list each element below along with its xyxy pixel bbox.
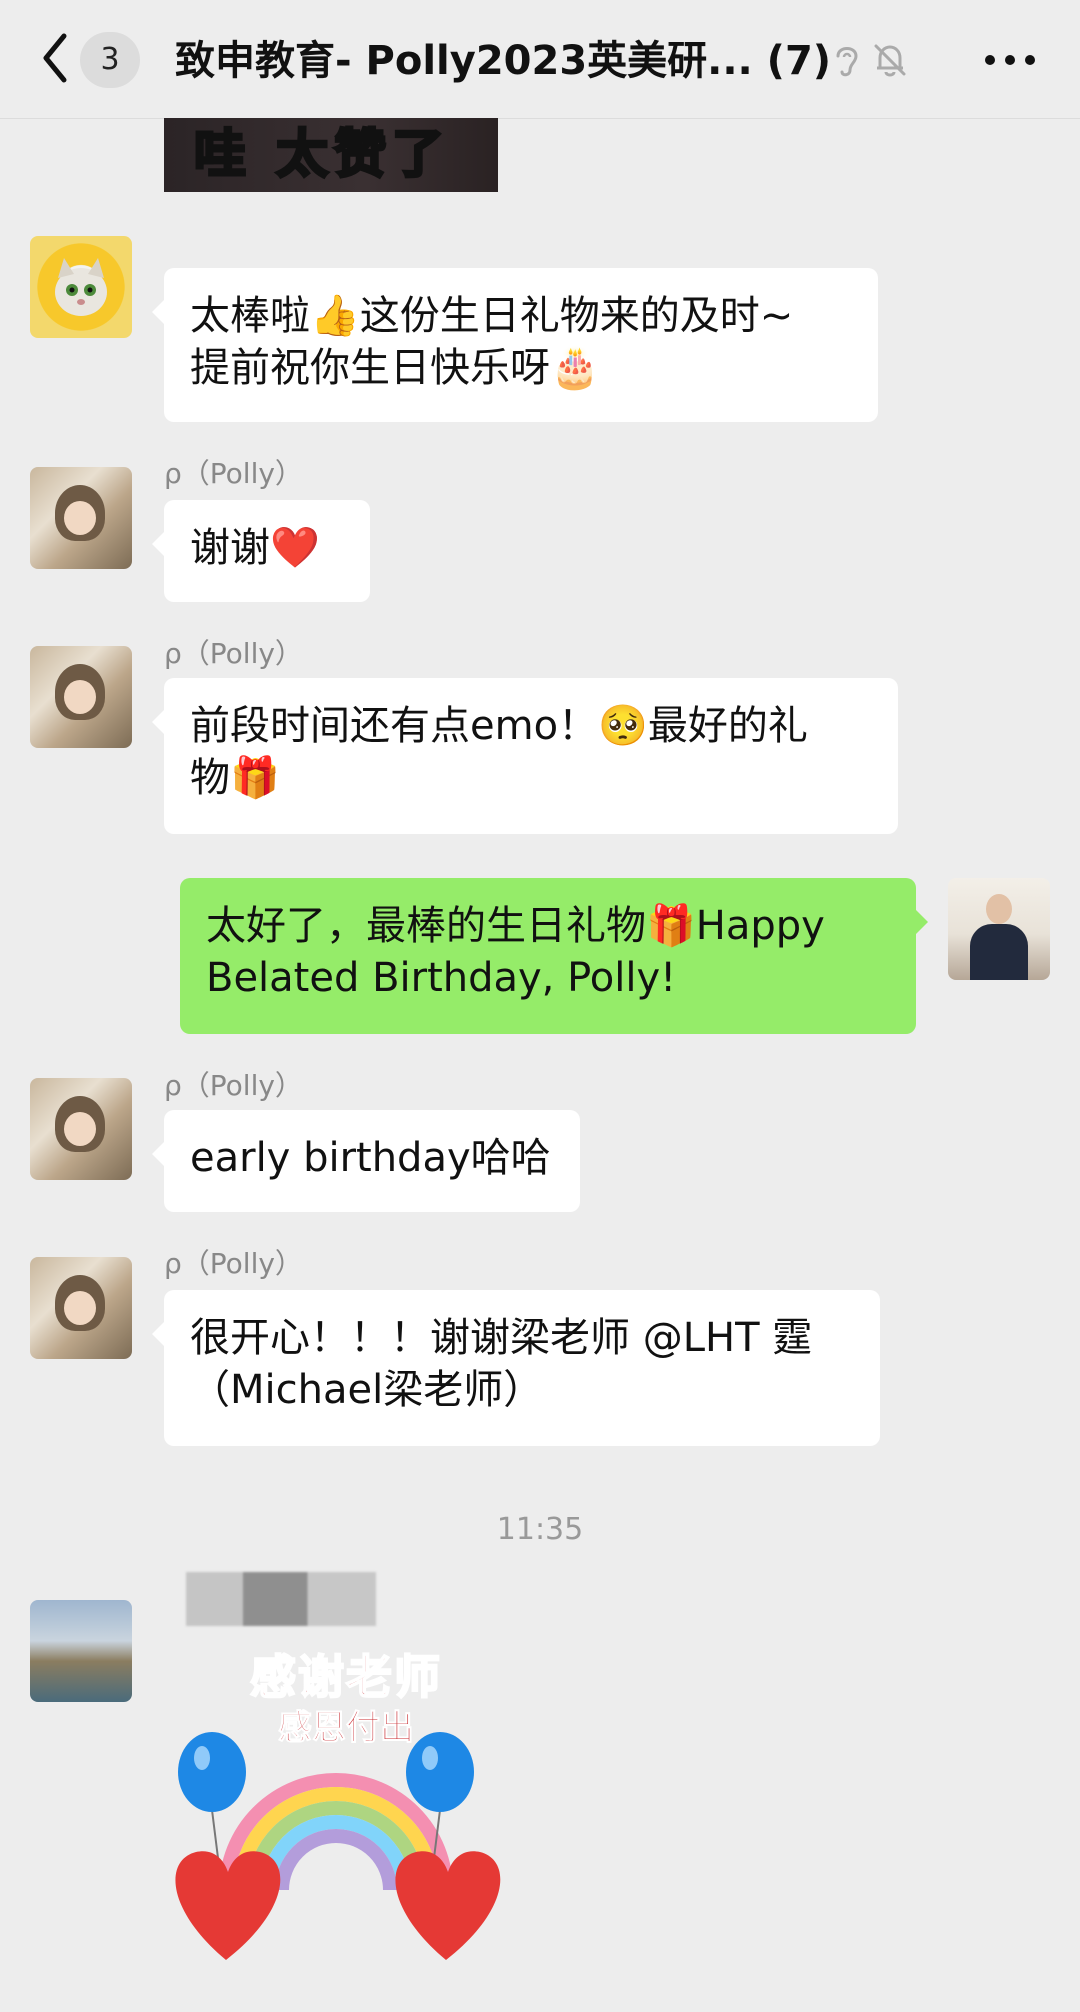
sticker-message[interactable]: 感谢老师 感恩付出 [166, 1640, 506, 1960]
message-bubble[interactable]: early birthday哈哈 [152, 1110, 580, 1212]
ear-icon [836, 47, 858, 77]
cat-face-icon [55, 258, 107, 316]
message-bubble[interactable]: 很开心！！！谢谢梁老师 @LHT 霆 （Michael梁老师） [152, 1290, 880, 1446]
sticker-title: 感谢老师 [249, 1649, 442, 1705]
message-text: （Michael梁老师） [190, 1367, 544, 1413]
image-message[interactable]: 哇 太赞了 [164, 118, 498, 192]
unread-count-badge[interactable]: 3 [80, 32, 140, 88]
message-bubble[interactable]: 前段时间还有点emo！🥺最好的礼 物🎁 [152, 678, 898, 834]
blurred-sender-name [186, 1572, 376, 1626]
message-text: 太好了，最棒的生日礼物🎁Happy [206, 903, 825, 949]
message-text: 前段时间还有点emo！🥺最好的礼 [190, 703, 808, 749]
avatar[interactable] [30, 646, 132, 748]
message-text: 太棒啦👍这份生日礼物来的及时~ [190, 293, 794, 339]
message-text: 提前祝你生日快乐呀🎂 [190, 345, 600, 391]
message-text: 谢谢❤️ [190, 525, 320, 571]
sender-name: ρ（Polly） [164, 1069, 303, 1102]
message-bubble-outgoing[interactable]: 太好了，最棒的生日礼物🎁Happy Belated Birthday, Poll… [180, 878, 928, 1034]
avatar[interactable] [30, 1600, 132, 1702]
message-text: 很开心！！！谢谢梁老师 @LHT 霆 [190, 1315, 813, 1361]
avatar[interactable] [30, 236, 132, 338]
avatar[interactable] [30, 467, 132, 569]
sender-name: ρ（Polly） [164, 457, 303, 490]
sticker-subtitle: 感恩付出 [278, 1708, 415, 1749]
message-text: 物🎁 [190, 755, 280, 801]
avatar[interactable] [30, 1078, 132, 1180]
message-text: early birthday哈哈 [190, 1135, 551, 1181]
more-dots-icon[interactable] [980, 42, 1040, 78]
sender-name: ρ（Polly） [164, 1247, 303, 1280]
my-avatar[interactable] [948, 878, 1050, 980]
back-chevron-icon[interactable] [36, 28, 76, 88]
message-text: Belated Birthday, Polly! [206, 955, 677, 1001]
message-bubble[interactable]: 太棒啦👍这份生日礼物来的及时~ 提前祝你生日快乐呀🎂 [152, 268, 878, 422]
chat-title: 致申教育- Polly2023英美研... (7) [175, 38, 832, 84]
chat-header: 3 致申教育- Polly2023英美研... (7) [0, 0, 1080, 119]
avatar[interactable] [30, 1257, 132, 1359]
image-caption: 哇 太赞了 [192, 124, 451, 187]
timestamp: 11:35 [496, 1512, 584, 1547]
sender-name: ρ（Polly） [164, 637, 303, 670]
message-bubble[interactable]: 谢谢❤️ [152, 500, 370, 602]
mute-bell-icon [874, 44, 906, 77]
